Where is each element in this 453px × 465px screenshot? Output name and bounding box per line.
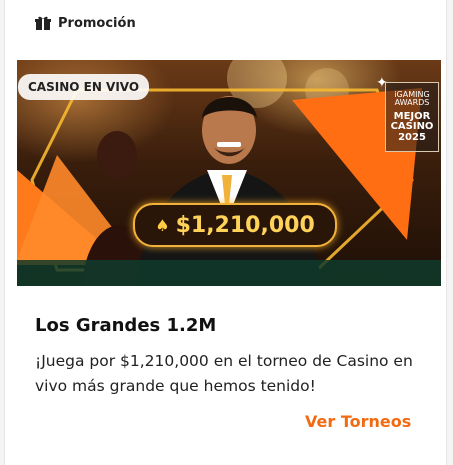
header-label: Promoción: [58, 15, 136, 31]
award-badge: iGAMING AWARDS MEJOR CASINO 2025: [385, 82, 439, 152]
crown-coin-icon: ♠: [155, 215, 170, 235]
promo-description: ¡Juega por $1,210,000 en el torneo de Ca…: [35, 352, 413, 395]
promo-title: Los Grandes 1.2M: [35, 315, 217, 336]
award-line-5: 2025: [398, 131, 426, 143]
prize-pill: ♠ $1,210,000: [133, 203, 337, 247]
award-line-2: AWARDS: [394, 98, 430, 108]
prize-amount: $1,210,000: [175, 212, 315, 238]
ver-torneos-link[interactable]: Ver Torneos: [305, 412, 411, 431]
casino-en-vivo-tag: CASINO EN VIVO: [18, 74, 150, 100]
gift-icon: [35, 16, 51, 30]
promo-header: Promoción: [35, 13, 136, 33]
